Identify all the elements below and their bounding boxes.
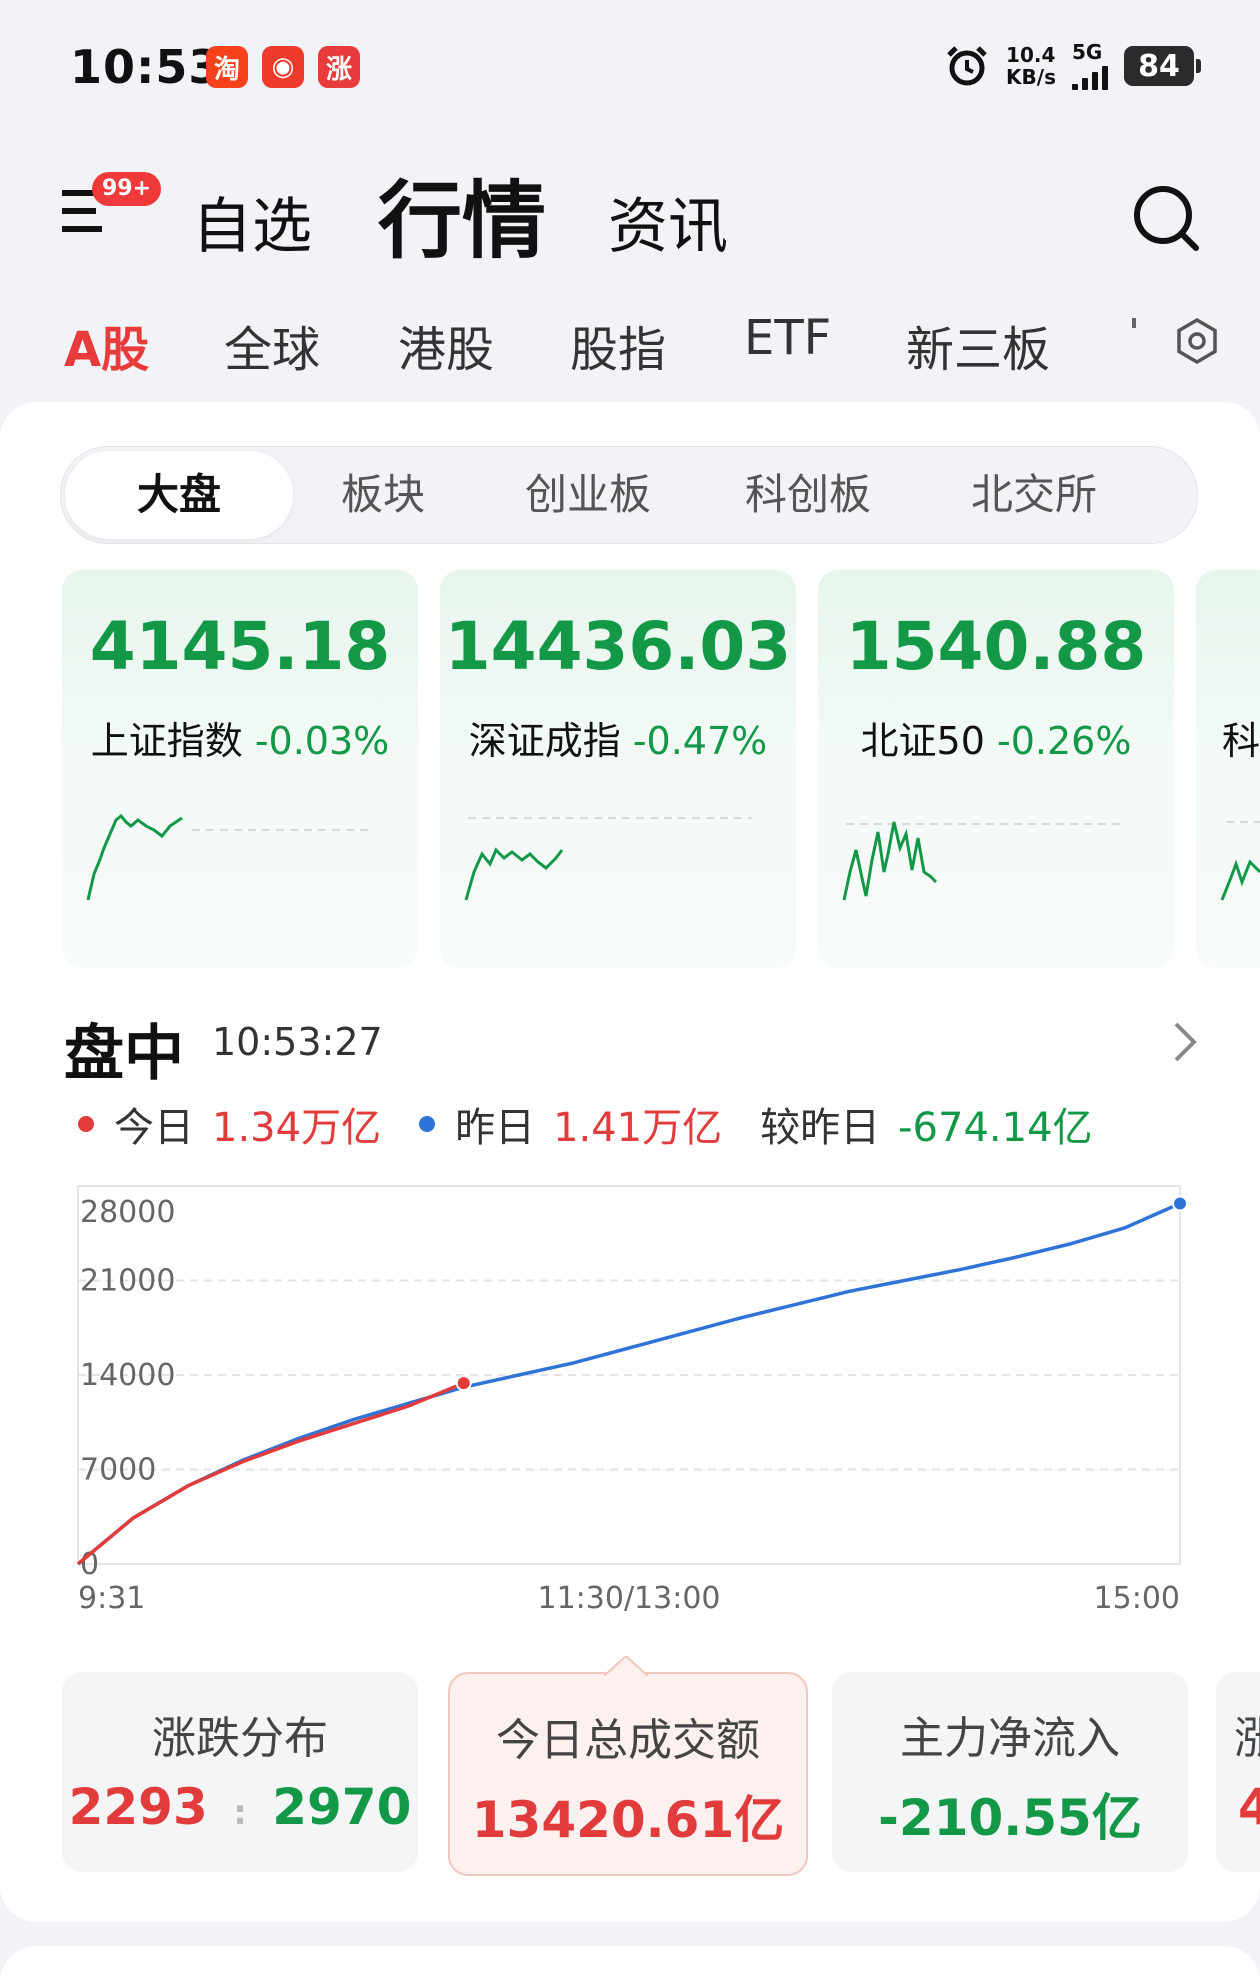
- stat-label: 今日总成交额: [496, 1715, 760, 1766]
- search-icon[interactable]: [1130, 182, 1202, 254]
- stat-value: -210.55亿: [878, 1789, 1142, 1847]
- taobao-app-icon: 淘: [206, 46, 248, 88]
- compare-label: 较昨日: [760, 1105, 881, 1151]
- tab-etf[interactable]: ETF: [744, 310, 831, 366]
- sparkline-szse: [464, 817, 752, 901]
- yesterday-label: 昨日: [455, 1105, 536, 1151]
- stat-value: 2293 : 2970: [62, 1778, 418, 1836]
- next-card-edge: [0, 1946, 1260, 1986]
- yesterday-dot-icon: [419, 1116, 436, 1132]
- stat-card-breadth[interactable]: 涨跌分布 2293 : 2970: [62, 1672, 418, 1872]
- battery-icon: 84: [1124, 46, 1201, 86]
- stat-label: 涨: [1234, 1713, 1260, 1764]
- stat-card-partial[interactable]: 涨 4: [1216, 1672, 1260, 1872]
- circle-app-icon: ◉: [262, 46, 304, 88]
- advancers-count: 2293: [68, 1778, 208, 1836]
- net-speed-value: 10.4: [1006, 43, 1056, 67]
- sparkline-partial: [1220, 821, 1260, 901]
- tab-market[interactable]: 行情: [378, 154, 546, 275]
- intraday-title: 盘中: [64, 1019, 184, 1089]
- status-time: 10:53: [70, 40, 222, 94]
- tab-overflow-hint: [1132, 318, 1136, 328]
- zhang-app-icon: 涨: [318, 46, 360, 88]
- notification-badge: 99+: [92, 172, 162, 206]
- stat-value: 4: [1238, 1778, 1260, 1836]
- signal-icon: 5G: [1072, 42, 1108, 90]
- caret-up-icon: [604, 1656, 648, 1676]
- network-type: 5G: [1072, 40, 1103, 64]
- tab-global[interactable]: 全球: [224, 310, 320, 380]
- tab-watchlist[interactable]: 自选: [192, 178, 312, 265]
- stat-label: 主力净流入: [900, 1713, 1120, 1764]
- net-speed: 10.4 KB/s: [1006, 44, 1056, 88]
- status-bar: 10:53 淘 ◉ 涨 10.4 KB/s 5G 84: [0, 0, 1260, 130]
- sparkline-bse50: [842, 821, 1124, 901]
- chevron-right-icon[interactable]: [1172, 1020, 1200, 1064]
- turnover-legend: 今日 1.34万亿 昨日 1.41万亿 较昨日 -674.14亿: [78, 1095, 1093, 1153]
- today-label: 今日: [114, 1105, 194, 1151]
- intraday-time: 10:53:27: [212, 1020, 383, 1064]
- market-tabs: A股 全球 港股 股指 ETF 新三板: [0, 300, 1260, 380]
- tab-hk[interactable]: 港股: [398, 310, 494, 380]
- today-dot-icon: [78, 1116, 94, 1132]
- tab-neeq[interactable]: 新三板: [906, 310, 1050, 380]
- today-value: 1.34万亿: [212, 1105, 382, 1151]
- stat-card-netflow[interactable]: 主力净流入 -210.55亿: [832, 1672, 1188, 1872]
- net-speed-unit: KB/s: [1006, 65, 1056, 89]
- top-nav: 99+ 自选 行情 资讯: [0, 140, 1260, 270]
- stat-card-turnover[interactable]: 今日总成交额 13420.61亿: [448, 1656, 808, 1876]
- decliners-count: 2970: [272, 1778, 412, 1836]
- settings-icon[interactable]: [1174, 318, 1220, 364]
- sparkline-sse: [86, 813, 372, 901]
- index-sparklines: [86, 813, 1260, 901]
- tab-indices[interactable]: 股指: [570, 310, 666, 380]
- alarm-icon: [947, 46, 987, 86]
- yesterday-value: 1.41万亿: [553, 1105, 723, 1151]
- tab-a-shares[interactable]: A股: [64, 310, 149, 380]
- compare-value: -674.14亿: [898, 1105, 1093, 1151]
- ratio-separator: :: [233, 1793, 247, 1833]
- stat-value: 13420.61亿: [471, 1791, 785, 1849]
- status-icons: 10.4 KB/s 5G 84: [944, 42, 1201, 90]
- tab-news[interactable]: 资讯: [608, 178, 728, 265]
- stat-label: 涨跌分布: [152, 1713, 328, 1764]
